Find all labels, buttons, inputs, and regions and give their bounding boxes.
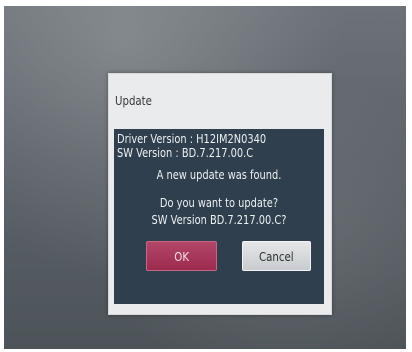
dialog-title: Update <box>115 94 152 108</box>
dialog-body: Driver Version : H12IM2N0340 SW Version … <box>114 129 324 304</box>
tv-screen: Update Driver Version : H12IM2N0340 SW V… <box>4 6 406 349</box>
ok-button-label: OK <box>174 250 189 264</box>
cancel-button-label: Cancel <box>259 250 294 264</box>
update-found-message: A new update was found. <box>156 168 282 182</box>
update-question: Do you want to update? <box>159 196 279 210</box>
ok-button[interactable]: OK <box>146 241 217 271</box>
driver-version-text: Driver Version : H12IM2N0340 <box>117 132 267 146</box>
cancel-button[interactable]: Cancel <box>242 241 311 271</box>
sw-version-text: SW Version : BD.7.217.00.C <box>117 146 254 160</box>
new-sw-version-text: SW Version BD.7.217.00.C? <box>151 213 287 227</box>
update-dialog: Update Driver Version : H12IM2N0340 SW V… <box>108 73 332 315</box>
